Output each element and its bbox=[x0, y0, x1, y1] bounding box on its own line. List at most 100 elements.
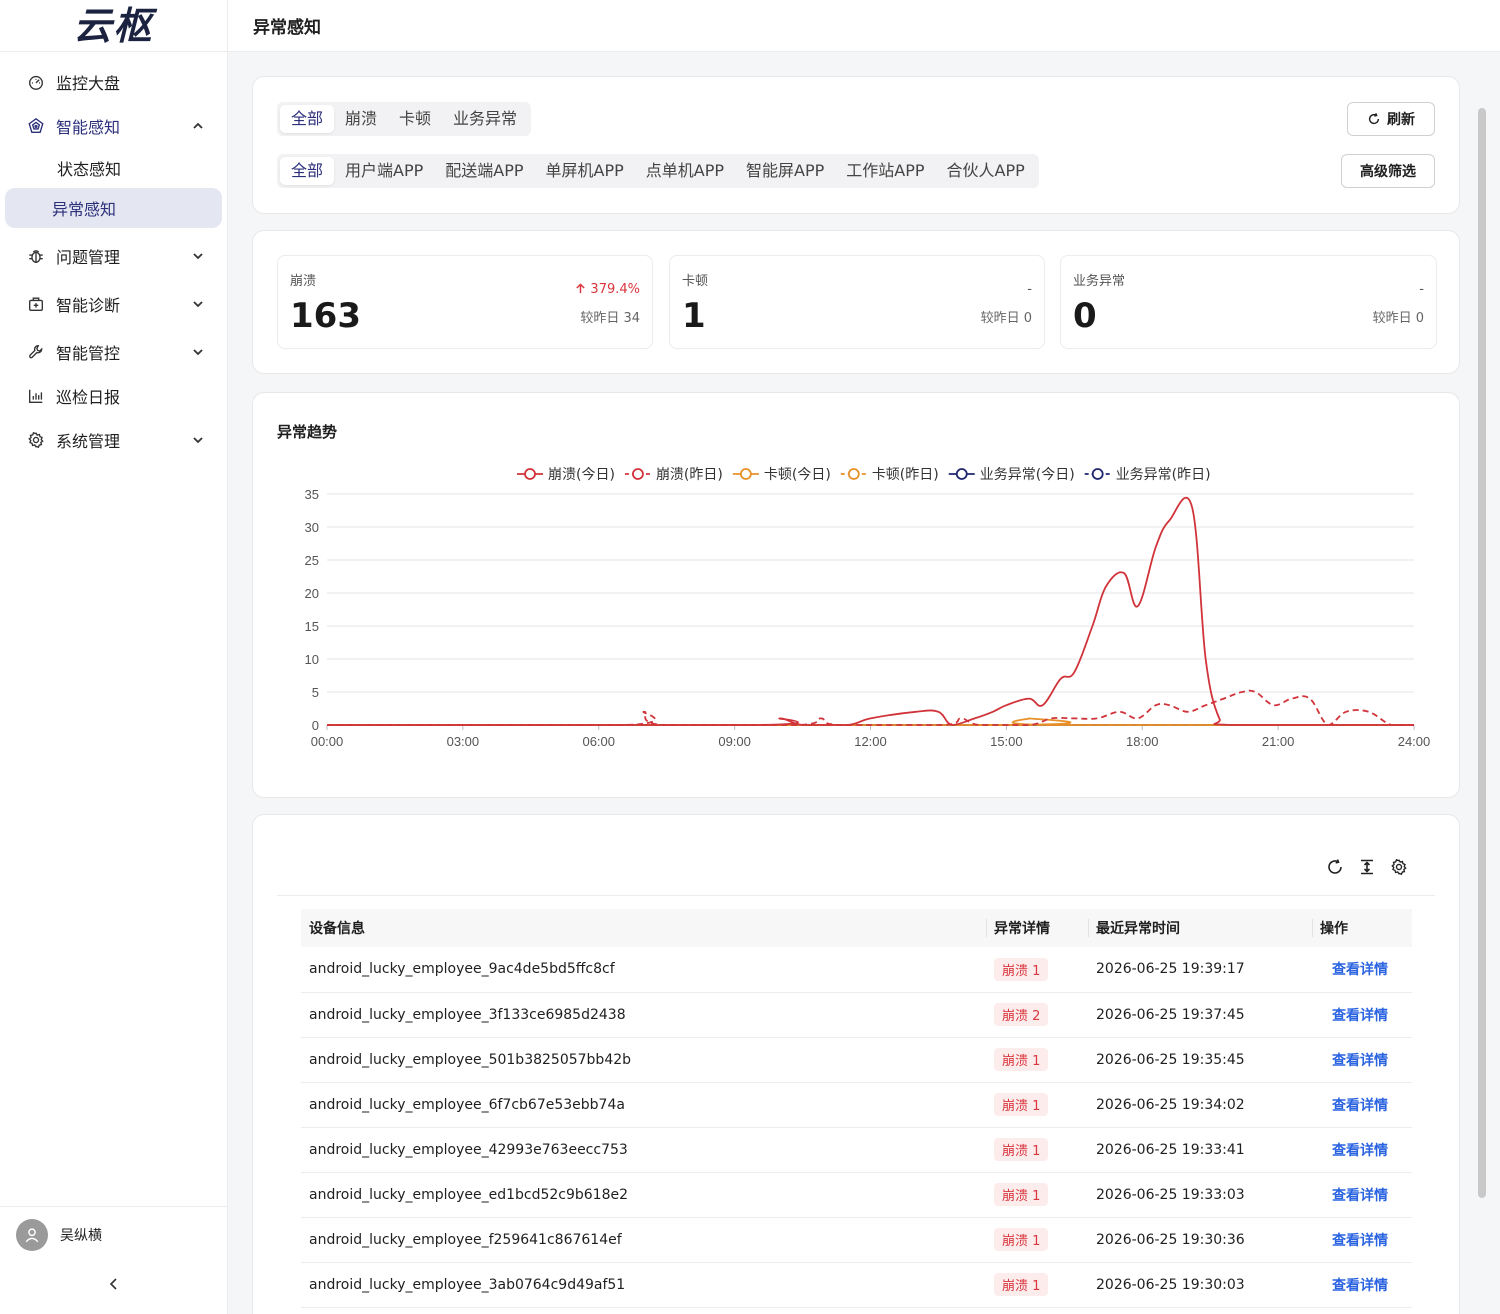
sidebar-item-status-perception[interactable]: 状态感知 bbox=[5, 148, 222, 188]
scrollbar[interactable] bbox=[1478, 108, 1486, 1198]
table-toolbar bbox=[1325, 857, 1409, 877]
user-profile[interactable]: 吴纵横 bbox=[0, 1207, 227, 1263]
view-details-link[interactable]: 查看详情 bbox=[1332, 1233, 1388, 1249]
bar-chart-icon bbox=[26, 386, 46, 406]
arrow-up-icon bbox=[576, 283, 585, 294]
legend-label: 卡顿(今日) bbox=[764, 467, 831, 483]
anomaly-table: 设备信息 异常详情 最近异常时间 操作 android_lucky_employ… bbox=[301, 909, 1412, 1308]
view-details-link[interactable]: 查看详情 bbox=[1332, 1188, 1388, 1204]
type-filter-business[interactable]: 业务异常 bbox=[442, 105, 528, 133]
stat-label: 卡顿 bbox=[682, 274, 709, 289]
stat-value: 163 bbox=[290, 296, 361, 336]
trend-chart-card: 异常趋势 0 5 10 15 20 25 30 35 00:00 03:00 06:00 09:00 1… bbox=[252, 392, 1460, 798]
table-row: android_lucky_employee_3f133ce6985d2438 崩… bbox=[301, 992, 1412, 1037]
sidebar-item-system[interactable]: 系统管理 bbox=[0, 418, 227, 462]
action-cell: 查看详情 bbox=[1312, 1127, 1412, 1172]
type-filter-lag[interactable]: 卡顿 bbox=[388, 105, 442, 133]
medkit-icon bbox=[26, 294, 46, 314]
trend-chart: 0 5 10 15 20 25 30 35 00:00 03:00 06:00 09:00 12:00 1… bbox=[305, 467, 1431, 749]
action-cell: 查看详情 bbox=[1312, 947, 1412, 992]
stat-value: 1 bbox=[682, 296, 706, 336]
refresh-icon bbox=[1328, 859, 1342, 874]
density-button[interactable] bbox=[1357, 857, 1377, 877]
sidebar-item-label: 问题管理 bbox=[56, 248, 121, 267]
table-row: android_lucky_employee_9ac4de5bd5ffc8cf 崩… bbox=[301, 947, 1412, 992]
chevron-left-icon bbox=[109, 1278, 117, 1290]
legend-marker bbox=[955, 468, 968, 480]
app-filter-smart-screen[interactable]: 智能屏APP bbox=[735, 157, 835, 185]
action-cell: 查看详情 bbox=[1312, 1037, 1412, 1082]
column-settings-button[interactable] bbox=[1389, 857, 1409, 877]
stat-label: 业务异常 bbox=[1073, 274, 1126, 289]
stat-previous: 较昨日 0 bbox=[1372, 311, 1424, 326]
sidebar-item-control[interactable]: 智能管控 bbox=[0, 330, 227, 374]
sidebar-item-perception[interactable]: 智能感知 bbox=[0, 104, 227, 148]
crash-count-badge: 崩溃 1 bbox=[994, 957, 1049, 981]
refresh-button[interactable]: 刷新 bbox=[1347, 102, 1435, 136]
app-filter-user[interactable]: 用户端APP bbox=[334, 157, 434, 185]
y-tick-label: 15 bbox=[305, 619, 319, 634]
app-filter-delivery[interactable]: 配送端APP bbox=[434, 157, 534, 185]
advanced-filter-button[interactable]: 高级筛选 bbox=[1341, 154, 1435, 188]
y-tick-label: 20 bbox=[305, 586, 319, 601]
page-header: 异常感知 bbox=[228, 0, 1500, 52]
sidebar-item-dashboard[interactable]: 监控大盘 bbox=[0, 60, 227, 104]
view-details-link[interactable]: 查看详情 bbox=[1332, 962, 1388, 978]
device-info: android_lucky_employee_501b3825057bb42b bbox=[309, 1051, 632, 1068]
device-info: android_lucky_employee_42993e763eecc753 bbox=[309, 1141, 628, 1158]
stat-crash: 崩溃 163 379.4% 较昨日 34 bbox=[277, 255, 653, 349]
app-filter-partner[interactable]: 合伙人APP bbox=[936, 157, 1036, 185]
table-row: android_lucky_employee_ed1bcd52c9b618e2 崩… bbox=[301, 1172, 1412, 1217]
sidebar-item-daily-report[interactable]: 巡检日报 bbox=[0, 374, 227, 418]
sidebar-item-anomaly-perception[interactable]: 异常感知 bbox=[5, 188, 222, 228]
x-tick-label: 12:00 bbox=[854, 734, 887, 749]
last-anomaly-time: 2026-06-25 19:33:41 bbox=[1096, 1141, 1245, 1158]
anomaly-detail: 崩溃 1 bbox=[986, 1082, 1088, 1127]
view-details-link[interactable]: 查看详情 bbox=[1332, 1278, 1388, 1294]
view-details-link[interactable]: 查看详情 bbox=[1332, 1053, 1388, 1069]
anomaly-detail: 崩溃 1 bbox=[986, 1172, 1088, 1217]
sidebar-item-label: 智能诊断 bbox=[56, 296, 121, 315]
legend-marker bbox=[739, 468, 752, 480]
legend-marker bbox=[632, 468, 644, 480]
stat-change: 379.4% bbox=[575, 282, 640, 297]
device-info: android_lucky_employee_9ac4de5bd5ffc8cf bbox=[309, 961, 615, 978]
app-filter-single-screen[interactable]: 单屏机APP bbox=[535, 157, 635, 185]
sidebar-item-label: 状态感知 bbox=[57, 160, 122, 179]
sidebar-item-label: 系统管理 bbox=[56, 432, 121, 451]
x-tick-label: 09:00 bbox=[718, 734, 751, 749]
view-details-link[interactable]: 查看详情 bbox=[1332, 1098, 1388, 1114]
anomaly-detail: 崩溃 1 bbox=[986, 1127, 1088, 1172]
app-filter-ordering[interactable]: 点单机APP bbox=[635, 157, 735, 185]
collapse-sidebar-button[interactable] bbox=[0, 1276, 227, 1300]
stat-change-value: - bbox=[1419, 282, 1424, 297]
column-header-action: 操作 bbox=[1312, 909, 1412, 947]
app-filter-all[interactable]: 全部 bbox=[280, 157, 335, 185]
legend-label: 崩溃(昨日) bbox=[656, 467, 723, 483]
view-details-link[interactable]: 查看详情 bbox=[1332, 1008, 1388, 1024]
column-header-time: 最近异常时间 bbox=[1088, 909, 1312, 947]
view-details-link[interactable]: 查看详情 bbox=[1332, 1143, 1388, 1159]
sidebar-item-label: 智能管控 bbox=[56, 344, 121, 363]
type-filter-all[interactable]: 全部 bbox=[280, 105, 335, 133]
sidebar-footer: 吴纵横 bbox=[0, 1206, 227, 1314]
table-row: android_lucky_employee_501b3825057bb42b 崩… bbox=[301, 1037, 1412, 1082]
x-tick-label: 15:00 bbox=[990, 734, 1023, 749]
type-filter-crash[interactable]: 崩溃 bbox=[334, 105, 388, 133]
series-line bbox=[327, 717, 1414, 726]
reload-button[interactable] bbox=[1325, 857, 1345, 877]
y-tick-label: 5 bbox=[312, 685, 319, 700]
last-anomaly-time: 2026-06-25 19:34:02 bbox=[1096, 1096, 1245, 1113]
filter-card: 全部 崩溃 卡顿 业务异常 全部 用户端APP 配送端APP 单屏机APP 点单… bbox=[252, 76, 1460, 214]
sidebar-item-issues[interactable]: 问题管理 bbox=[0, 234, 227, 278]
y-tick-label: 25 bbox=[305, 553, 319, 568]
table-body: android_lucky_employee_9ac4de5bd5ffc8cf 崩… bbox=[301, 947, 1412, 1307]
sidebar-item-diagnosis[interactable]: 智能诊断 bbox=[0, 282, 227, 326]
dashboard-icon bbox=[26, 72, 46, 92]
app-filter-workstation[interactable]: 工作站APP bbox=[835, 157, 935, 185]
radar-icon bbox=[26, 116, 46, 136]
stat-label: 崩溃 bbox=[290, 274, 317, 289]
stat-change-value: - bbox=[1027, 282, 1032, 297]
table-row: android_lucky_employee_42993e763eecc753 崩… bbox=[301, 1127, 1412, 1172]
legend-label: 崩溃(今日) bbox=[548, 467, 615, 483]
